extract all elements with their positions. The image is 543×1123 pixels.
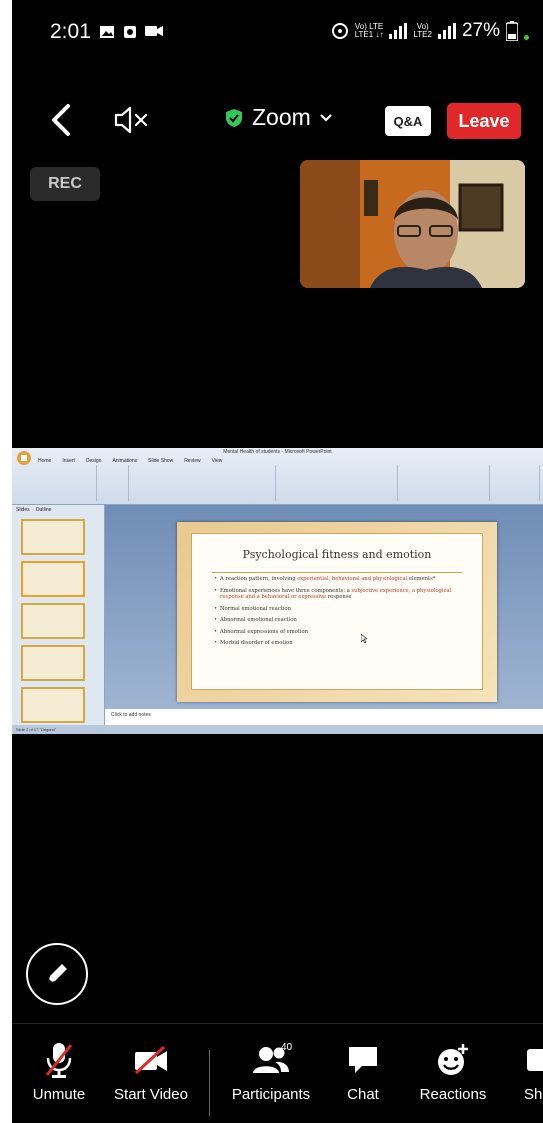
participant-video-frame	[300, 160, 525, 288]
window-title: Mental Health of students - Microsoft Po…	[223, 449, 332, 455]
ribbon-tab-home: Home	[38, 458, 52, 464]
ribbon-tabs: Home Insert Design Animations Slide Show…	[38, 458, 222, 464]
slide-title: Psychological fitness and emotion	[242, 548, 432, 561]
slide-divider	[212, 572, 462, 573]
slide-thumbnail	[21, 687, 85, 723]
participant-video[interactable]	[300, 160, 525, 288]
powerpoint-ribbon: Mental Health of students - Microsoft Po…	[12, 448, 543, 505]
signal-bars-sim2	[437, 23, 456, 39]
mouse-cursor-icon	[361, 634, 367, 643]
meeting-toolbar: Unmute Start Video 40 Participants Chat	[12, 1040, 543, 1112]
status-time: 2:01	[50, 20, 91, 43]
ribbon-tab-animations: Animations	[112, 458, 138, 464]
meeting-top-bar: Zoom Q&A Leave	[12, 96, 543, 146]
notification-icon	[124, 26, 136, 38]
slide-bullet: Abnormal expressions of emotion	[214, 629, 472, 636]
ribbon-tab-design: Design	[85, 458, 102, 464]
back-arrow-icon[interactable]	[42, 98, 82, 142]
share-button[interactable]: Sh	[524, 1040, 543, 1112]
slide-bullet: Morbid disorder of emotion	[214, 640, 472, 647]
ribbon-group	[277, 465, 398, 501]
toolbar-divider	[12, 1023, 543, 1024]
ribbon-tab-review: Review	[184, 458, 201, 464]
chat-label: Chat	[347, 1086, 379, 1103]
slide-bullet: Normal emotional reaction	[214, 606, 472, 613]
slide-bullet: Abnormal emotional reaction	[214, 617, 472, 624]
ribbon-group	[16, 465, 97, 501]
qa-button[interactable]: Q&A	[385, 106, 431, 136]
start-video-label: Start Video	[114, 1086, 188, 1103]
notes-pane: Click to add notes	[105, 709, 543, 725]
leave-button[interactable]: Leave	[447, 103, 521, 139]
pane-tab-outline: Outline	[35, 507, 52, 513]
meeting-title: Zoom	[252, 104, 311, 130]
chat-bubble-icon	[349, 1047, 377, 1073]
share-label: Sh	[524, 1086, 543, 1103]
current-slide: Psychological fitness and emotion A reac…	[177, 522, 497, 702]
reactions-label: Reactions	[419, 1086, 487, 1103]
ribbon-tab-insert: Insert	[62, 458, 75, 464]
pencil-icon	[48, 964, 67, 983]
ribbon-group	[491, 465, 540, 501]
slide-bullet: A reaction pattern, involving experienti…	[214, 576, 472, 583]
share-screen-icon	[527, 1049, 543, 1071]
shield-check-icon	[226, 108, 242, 127]
chevron-down-icon	[320, 113, 332, 122]
shared-screen[interactable]: Mental Health of students - Microsoft Po…	[12, 448, 543, 734]
ribbon-group	[98, 465, 129, 501]
slide-thumbnail	[21, 561, 85, 597]
office-button-icon	[17, 451, 31, 465]
zoom-meeting-screen: 2:01 Vo) LTE LTE1 ↓↑ Vo) LTE2 27% Zoom Q…	[12, 0, 543, 1123]
pane-tab-slides: Slides	[16, 507, 30, 513]
battery-icon	[506, 21, 518, 41]
slide-bullets: A reaction pattern, involving experienti…	[214, 576, 472, 652]
video-camera-off-icon	[134, 1045, 167, 1075]
status-bar: 2:01 Vo) LTE LTE1 ↓↑ Vo) LTE2 27%	[12, 0, 543, 62]
video-record-icon	[145, 26, 163, 36]
slides-pane: Slides Outline	[12, 505, 105, 725]
recording-indicator: REC	[30, 167, 100, 201]
charging-dot-icon	[524, 34, 529, 40]
ribbon-tab-slide-show: Slide Show	[148, 458, 174, 464]
annotate-button[interactable]	[26, 943, 88, 1005]
speaker-muted-icon[interactable]	[112, 104, 152, 136]
reactions-button[interactable]: Reactions	[416, 1040, 490, 1112]
start-video-button[interactable]: Start Video	[112, 1040, 190, 1112]
hotspot-icon	[331, 23, 348, 39]
participants-count-badge: 40	[281, 1042, 293, 1053]
participants-label: Participants	[231, 1086, 311, 1103]
microphone-muted-icon	[45, 1043, 73, 1078]
slide-thumbnail	[21, 519, 85, 555]
participants-button[interactable]: 40 Participants	[229, 1040, 313, 1112]
slide-editor: Psychological fitness and emotion A reac…	[105, 505, 543, 709]
unmute-label: Unmute	[32, 1086, 86, 1103]
battery-percent: 27%	[461, 20, 500, 41]
reactions-smiley-icon	[438, 1044, 468, 1075]
slide-thumbnail	[21, 645, 85, 681]
network-sim1: Vo) LTE LTE1 ↓↑	[354, 22, 384, 39]
powerpoint-status-bar: Slide 2 of 17 "Origami"	[12, 725, 543, 734]
ribbon-group	[130, 465, 276, 501]
slide-bullet: Emotional experiences have three compone…	[214, 588, 472, 601]
ribbon-group	[399, 465, 490, 501]
gallery-icon	[100, 26, 114, 38]
chat-button[interactable]: Chat	[342, 1040, 384, 1112]
ribbon-tab-view: View	[211, 458, 223, 464]
signal-bars-sim1	[389, 23, 408, 39]
meeting-title-dropdown[interactable]: Zoom	[224, 104, 333, 131]
toolbar-separator	[209, 1050, 210, 1116]
unmute-button[interactable]: Unmute	[30, 1040, 88, 1112]
network-sim2: Vo) LTE2	[413, 22, 432, 39]
slide-thumbnail	[21, 603, 85, 639]
